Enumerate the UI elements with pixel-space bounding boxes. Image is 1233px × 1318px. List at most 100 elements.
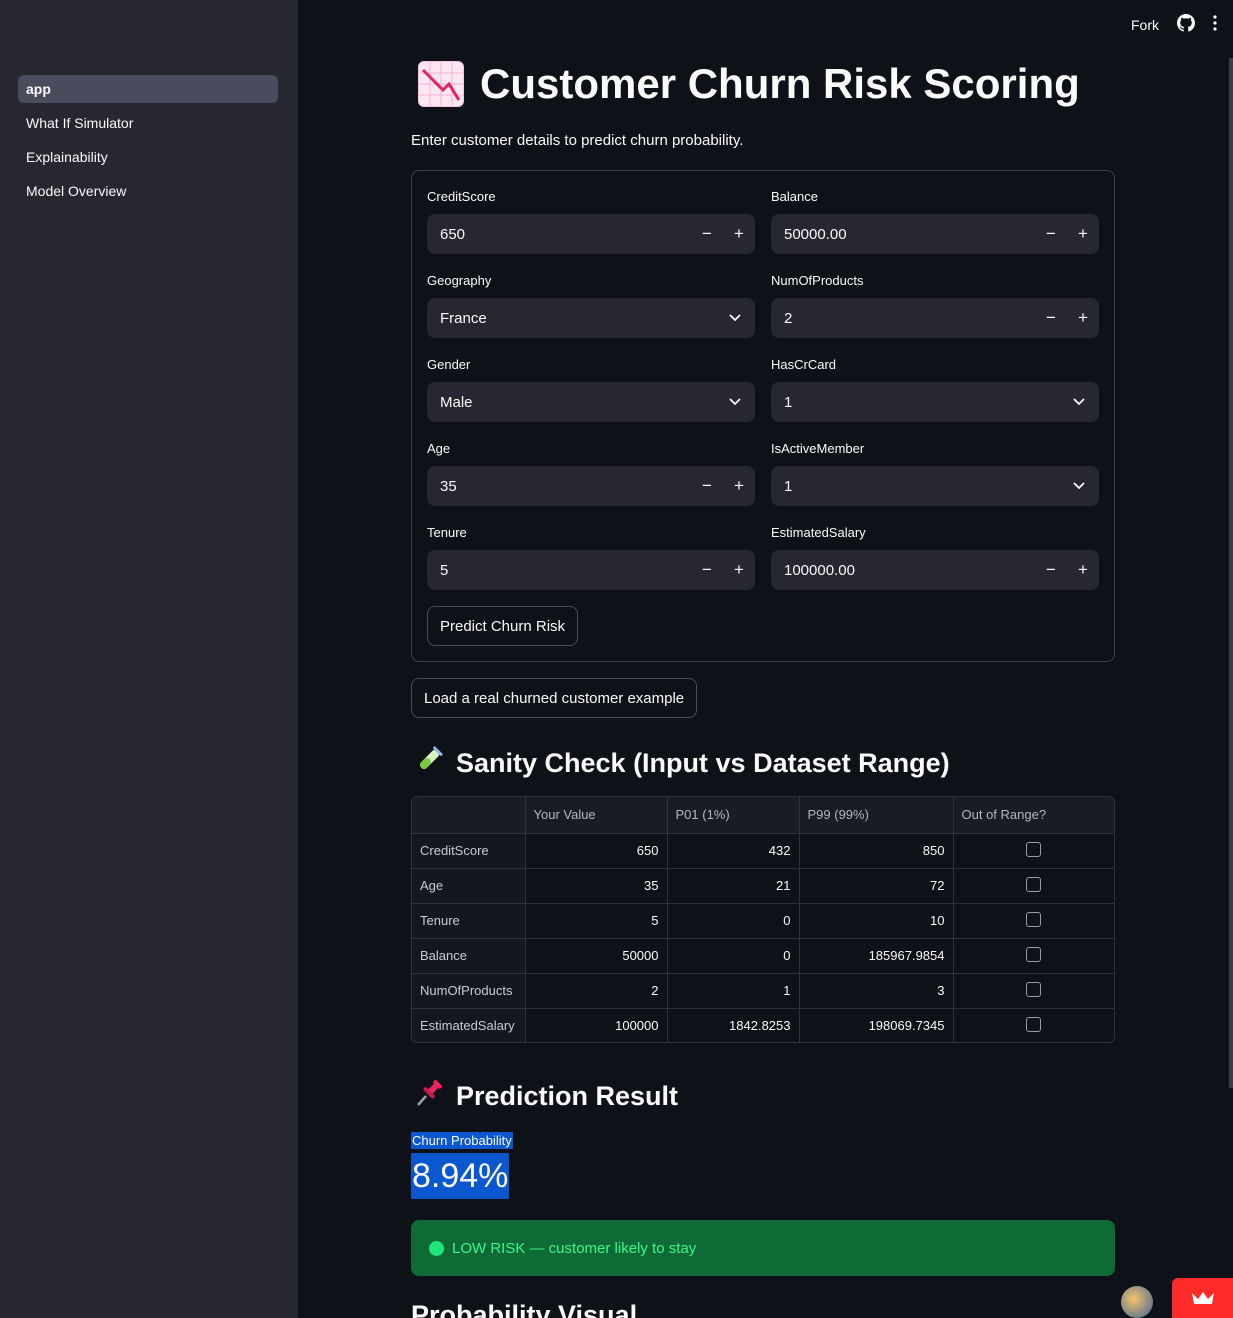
increment-button[interactable]: + xyxy=(723,550,755,590)
table-header-row: Your Value P01 (1%) P99 (99%) Out of Ran… xyxy=(412,797,1114,834)
sidebar-item-what-if-simulator[interactable]: What If Simulator xyxy=(18,109,278,137)
table-row: EstimatedSalary 100000 1842.8253 198069.… xyxy=(412,1008,1114,1042)
increment-button[interactable]: + xyxy=(1067,550,1099,590)
table-cell[interactable]: 1 xyxy=(667,973,800,1009)
table-cell[interactable]: 650 xyxy=(525,833,668,869)
age-input[interactable]: 35 − + xyxy=(427,466,755,506)
sidebar-item-model-overview[interactable]: Model Overview xyxy=(18,177,278,205)
gender-value[interactable]: Male xyxy=(440,394,715,411)
crown-icon[interactable] xyxy=(1172,1278,1233,1318)
table-cell[interactable]: 50000 xyxy=(525,938,668,974)
tenure-field: Tenure 5 − + xyxy=(427,525,755,590)
github-icon[interactable] xyxy=(1177,14,1195,35)
table-cell[interactable]: 0 xyxy=(667,903,800,939)
out-of-range-checkbox[interactable] xyxy=(1026,911,1042,927)
table-cell[interactable] xyxy=(953,938,1114,974)
out-of-range-checkbox[interactable] xyxy=(1026,981,1042,997)
table-cell[interactable]: 10 xyxy=(799,903,954,939)
table-cell[interactable] xyxy=(953,903,1114,939)
page-title-text: Customer Churn Risk Scoring xyxy=(480,60,1080,107)
table-cell[interactable]: 198069.7345 xyxy=(799,1008,954,1042)
table-cell[interactable] xyxy=(953,833,1114,869)
credit-score-field: CreditScore 650 − + xyxy=(427,189,755,254)
churn-probability-value: 8.94% xyxy=(411,1153,510,1199)
table-row: Tenure 5 0 10 xyxy=(412,903,1114,939)
column-header[interactable] xyxy=(412,797,526,834)
sanity-check-title: Sanity Check (Input vs Dataset Range) xyxy=(456,748,950,778)
table-cell[interactable]: 3 xyxy=(799,973,954,1009)
tenure-label: Tenure xyxy=(427,525,467,540)
estimated-salary-input[interactable]: 100000.00 − + xyxy=(771,550,1099,590)
decrement-button[interactable]: − xyxy=(691,466,723,506)
is-active-member-value[interactable]: 1 xyxy=(784,478,1059,495)
decrement-button[interactable]: − xyxy=(1035,550,1067,590)
table-cell[interactable] xyxy=(953,973,1114,1009)
geography-select[interactable]: France xyxy=(427,298,755,338)
table-cell[interactable]: 0 xyxy=(667,938,800,974)
chevron-down-icon[interactable] xyxy=(1059,398,1099,406)
out-of-range-checkbox[interactable] xyxy=(1026,946,1042,962)
chevron-down-icon[interactable] xyxy=(1059,482,1099,490)
main-content: Fork Customer Churn Risk Scoring Enter c… xyxy=(298,0,1233,1318)
out-of-range-checkbox[interactable] xyxy=(1026,1016,1042,1032)
table-cell[interactable]: 100000 xyxy=(525,1008,668,1042)
table-cell[interactable]: 21 xyxy=(667,868,800,904)
gender-select[interactable]: Male xyxy=(427,382,755,422)
chevron-down-icon[interactable] xyxy=(715,314,755,322)
table-cell[interactable]: 185967.9854 xyxy=(799,938,954,974)
table-cell[interactable]: 850 xyxy=(799,833,954,869)
predict-churn-risk-button[interactable]: Predict Churn Risk xyxy=(427,606,579,646)
balance-input[interactable]: 50000.00 − + xyxy=(771,214,1099,254)
table-row: NumOfProducts 2 1 3 xyxy=(412,973,1114,1009)
table-cell[interactable] xyxy=(953,1008,1114,1042)
table-cell[interactable]: 72 xyxy=(799,868,954,904)
table-cell[interactable] xyxy=(953,868,1114,904)
tenure-value[interactable]: 5 xyxy=(440,562,691,579)
out-of-range-checkbox[interactable] xyxy=(1026,876,1042,892)
column-header[interactable]: Out of Range? xyxy=(953,797,1114,834)
geography-value[interactable]: France xyxy=(440,310,715,327)
table-cell[interactable]: 432 xyxy=(667,833,800,869)
risk-status-text: LOW RISK — customer likely to stay xyxy=(452,1239,697,1257)
row-label: Age xyxy=(412,868,526,904)
column-header[interactable]: Your Value xyxy=(525,797,668,834)
table-cell[interactable]: 2 xyxy=(525,973,668,1009)
increment-button[interactable]: + xyxy=(723,466,755,506)
tenure-input[interactable]: 5 − + xyxy=(427,550,755,590)
table-cell[interactable]: 1842.8253 xyxy=(667,1008,800,1042)
chevron-down-icon[interactable] xyxy=(715,398,755,406)
has-cr-card-value[interactable]: 1 xyxy=(784,394,1059,411)
column-header[interactable]: P99 (99%) xyxy=(799,797,954,834)
estimated-salary-value[interactable]: 100000.00 xyxy=(784,562,1035,579)
sanity-check-table[interactable]: Your Value P01 (1%) P99 (99%) Out of Ran… xyxy=(411,796,1115,1043)
scrollbar[interactable] xyxy=(1229,58,1233,1088)
column-header[interactable]: P01 (1%) xyxy=(667,797,800,834)
kebab-menu-icon[interactable] xyxy=(1213,15,1217,34)
increment-button[interactable]: + xyxy=(1067,214,1099,254)
load-example-button[interactable]: Load a real churned customer example xyxy=(411,678,698,718)
credit-score-input[interactable]: 650 − + xyxy=(427,214,755,254)
decrement-button[interactable]: − xyxy=(691,550,723,590)
is-active-member-select[interactable]: 1 xyxy=(771,466,1099,506)
sidebar-item-app[interactable]: app xyxy=(18,75,278,103)
out-of-range-checkbox[interactable] xyxy=(1026,841,1042,857)
decrement-button[interactable]: − xyxy=(1035,214,1067,254)
decrement-button[interactable]: − xyxy=(1035,298,1067,338)
table-cell[interactable]: 35 xyxy=(525,868,668,904)
sidebar-item-explainability[interactable]: Explainability xyxy=(18,143,278,171)
age-value[interactable]: 35 xyxy=(440,478,691,495)
prediction-result-title: Prediction Result xyxy=(456,1081,679,1111)
fork-button[interactable]: Fork xyxy=(1131,17,1159,33)
increment-button[interactable]: + xyxy=(1067,298,1099,338)
num-products-input[interactable]: 2 − + xyxy=(771,298,1099,338)
decrement-button[interactable]: − xyxy=(691,214,723,254)
avatar[interactable] xyxy=(1121,1286,1153,1318)
increment-button[interactable]: + xyxy=(723,214,755,254)
chart-decreasing-icon xyxy=(418,61,464,107)
has-cr-card-select[interactable]: 1 xyxy=(771,382,1099,422)
balance-value[interactable]: 50000.00 xyxy=(784,226,1035,243)
num-products-value[interactable]: 2 xyxy=(784,310,1035,327)
row-label: EstimatedSalary xyxy=(412,1008,526,1042)
credit-score-value[interactable]: 650 xyxy=(440,226,691,243)
table-cell[interactable]: 5 xyxy=(525,903,668,939)
